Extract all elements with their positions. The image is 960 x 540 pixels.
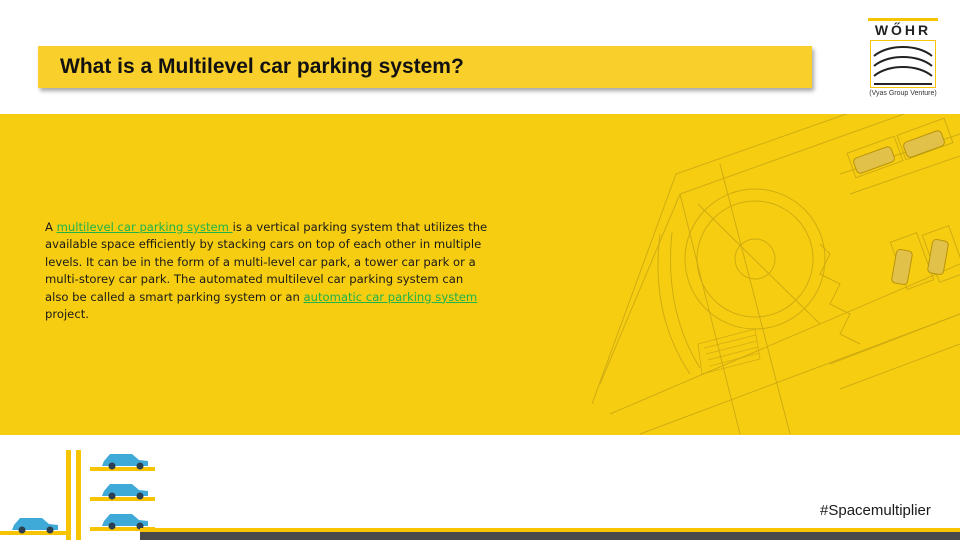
parking-blueprint-illustration (591, 114, 960, 435)
automatic-car-parking-link[interactable]: automatic car parking system (304, 290, 478, 304)
logo-wordmark: WŐHR (874, 22, 932, 38)
wohr-logo: WŐHR (Vyas Group Venture) (866, 18, 940, 102)
body-text-part3: project. (45, 307, 89, 322)
multilevel-car-parking-link[interactable]: multilevel car parking system (57, 220, 233, 234)
slide-title: What is a Multilevel car parking system? (60, 55, 464, 78)
body-text-part1: A (45, 220, 57, 234)
footer-stripe-gray (140, 532, 960, 540)
content-band: A multilevel car parking system is a ver… (0, 114, 960, 435)
body-paragraph: A multilevel car parking system is a ver… (45, 219, 490, 323)
logo-parking-mark-icon (870, 40, 936, 88)
hashtag-text: #Spacemultiplier (820, 502, 931, 519)
logo-top-line (868, 18, 938, 21)
logo-subtitle: (Vyas Group Venture) (869, 90, 937, 97)
slide-title-bar: What is a Multilevel car parking system? (38, 46, 812, 88)
stacked-cars-illustration (0, 450, 155, 540)
